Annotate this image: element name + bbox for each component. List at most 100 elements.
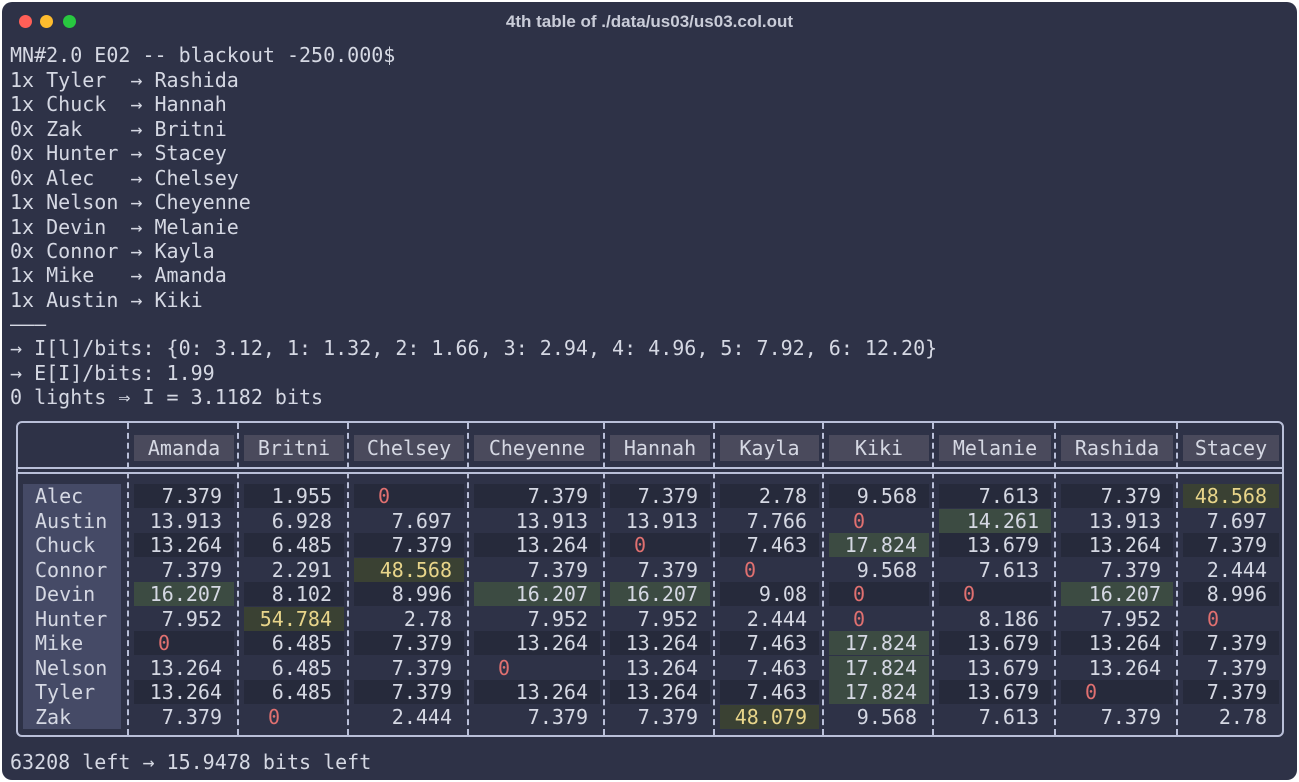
table-cell: 0 [268, 704, 281, 729]
column-header: Hannah [610, 435, 710, 461]
table-cell: 7.379 [527, 557, 588, 582]
table-cell: 0 [498, 655, 511, 680]
table-cell: 2.444 [1206, 557, 1267, 582]
table-cell: 2.78 [720, 484, 819, 508]
table-cell: 7.379 [637, 704, 698, 729]
table-cell: 7.463 [720, 631, 819, 655]
table-cell: 16.207 [610, 582, 710, 606]
header-divider-bottom [18, 472, 1282, 474]
column-separator [237, 423, 239, 735]
table-cell: 13.264 [474, 631, 600, 655]
table-cell: 13.913 [149, 508, 222, 533]
column-header: Britni [244, 435, 344, 461]
table-cell: 7.379 [161, 557, 222, 582]
table-cell: 13.264 [625, 655, 698, 680]
table-cell: 6.485 [244, 533, 344, 557]
table-cell: 9.08 [720, 582, 819, 606]
divider-line: ——— [10, 312, 47, 336]
table-cell: 7.379 [354, 680, 464, 704]
info-line: → I[l]/bits: {0: 3.12, 1: 1.32, 2: 1.66,… [10, 336, 938, 360]
pair-line: 0x Alec → Chelsey [10, 166, 239, 190]
title-bar: 4th table of ./data/us03/us03.col.out [2, 2, 1297, 40]
footer-line: 63208 left → 15.9478 bits left [10, 750, 372, 774]
table-cell: 7.379 [1061, 484, 1173, 508]
table-cell: 17.824 [829, 680, 929, 704]
table-cell: 54.784 [244, 606, 344, 631]
column-header: Melanie [939, 435, 1051, 461]
table-cell: 7.952 [527, 606, 588, 631]
table-cell: 7.379 [1206, 655, 1267, 680]
table-cell: 0 [1061, 680, 1173, 704]
table-cell: 0 [744, 557, 757, 582]
table-cell: 7.613 [978, 704, 1039, 729]
row-label: Chuck [35, 533, 96, 557]
table-cell: 13.264 [474, 533, 600, 557]
table-cell: 0 [853, 606, 866, 631]
table-cell: 13.679 [939, 631, 1051, 655]
column-separator [1054, 423, 1056, 735]
pair-line: 0x Connor → Kayla [10, 239, 215, 263]
table-cell: 48.568 [354, 557, 464, 582]
table-cell: 6.485 [271, 655, 332, 680]
table-cell: 7.379 [1183, 631, 1279, 655]
column-header: Kiki [829, 435, 929, 461]
column-separator [822, 423, 824, 735]
table-cell: 13.264 [610, 631, 710, 655]
table-cell: 7.379 [610, 484, 710, 508]
row-label: Nelson [35, 655, 108, 680]
row-label: Austin [35, 508, 108, 533]
table-cell: 13.264 [134, 533, 234, 557]
table-cell: 13.679 [966, 655, 1039, 680]
table-cell: 2.291 [271, 557, 332, 582]
header-line: MN#2.0 E02 -- blackout -250.000$ [10, 43, 396, 67]
column-separator [932, 423, 934, 735]
table-cell: 7.379 [1183, 680, 1279, 704]
table-cell: 13.679 [939, 680, 1051, 704]
row-label: Zak [35, 704, 72, 729]
table-cell: 6.928 [271, 508, 332, 533]
table-cell: 2.78 [1218, 704, 1267, 729]
table-cell: 48.079 [720, 704, 819, 729]
table-cell: 2.444 [746, 606, 807, 631]
pair-line: 1x Devin → Melanie [10, 215, 239, 239]
table-cell: 1.955 [244, 484, 344, 508]
table-cell: 8.186 [978, 606, 1039, 631]
column-header: Kayla [720, 435, 819, 461]
table-cell: 13.264 [134, 680, 234, 704]
column-header: Rashida [1061, 435, 1173, 461]
row-label: Alec [35, 484, 84, 508]
pair-line: 1x Tyler → Rashida [10, 68, 239, 92]
table-cell: 7.766 [746, 508, 807, 533]
table-cell: 13.264 [1061, 631, 1173, 655]
column-header: Chelsey [354, 435, 464, 461]
column-separator [1176, 423, 1178, 735]
table-cell: 7.379 [354, 631, 464, 655]
table-cell: 7.379 [1183, 533, 1279, 557]
column-separator [127, 423, 129, 735]
pair-line: 1x Nelson → Cheyenne [10, 190, 251, 214]
table-cell: 8.996 [1183, 582, 1279, 606]
column-separator [713, 423, 715, 735]
table-cell: 2.444 [391, 704, 452, 729]
column-separator [603, 423, 605, 735]
table-cell: 13.264 [1061, 533, 1173, 557]
table-cell: 14.261 [939, 508, 1051, 533]
row-label: Mike [35, 631, 84, 655]
table-cell: 48.568 [1183, 484, 1279, 508]
table-cell: 0 [610, 533, 710, 557]
table-cell: 8.102 [244, 582, 344, 606]
window-title: 4th table of ./data/us03/us03.col.out [505, 12, 794, 31]
table-cell: 7.379 [637, 557, 698, 582]
table-cell: 9.568 [829, 484, 929, 508]
header-divider-top [18, 467, 1282, 469]
table-cell: 7.697 [391, 508, 452, 533]
table-cell: 7.463 [720, 533, 819, 557]
column-header: Cheyenne [474, 435, 600, 461]
table-cell: 9.568 [856, 557, 917, 582]
table-cell: 6.485 [244, 631, 344, 655]
column-separator [347, 423, 349, 735]
table-cell: 7.379 [1100, 557, 1161, 582]
table-cell: 7.952 [1100, 606, 1161, 631]
table-cell: 0 [939, 582, 1051, 606]
row-label: Tyler [35, 680, 96, 704]
